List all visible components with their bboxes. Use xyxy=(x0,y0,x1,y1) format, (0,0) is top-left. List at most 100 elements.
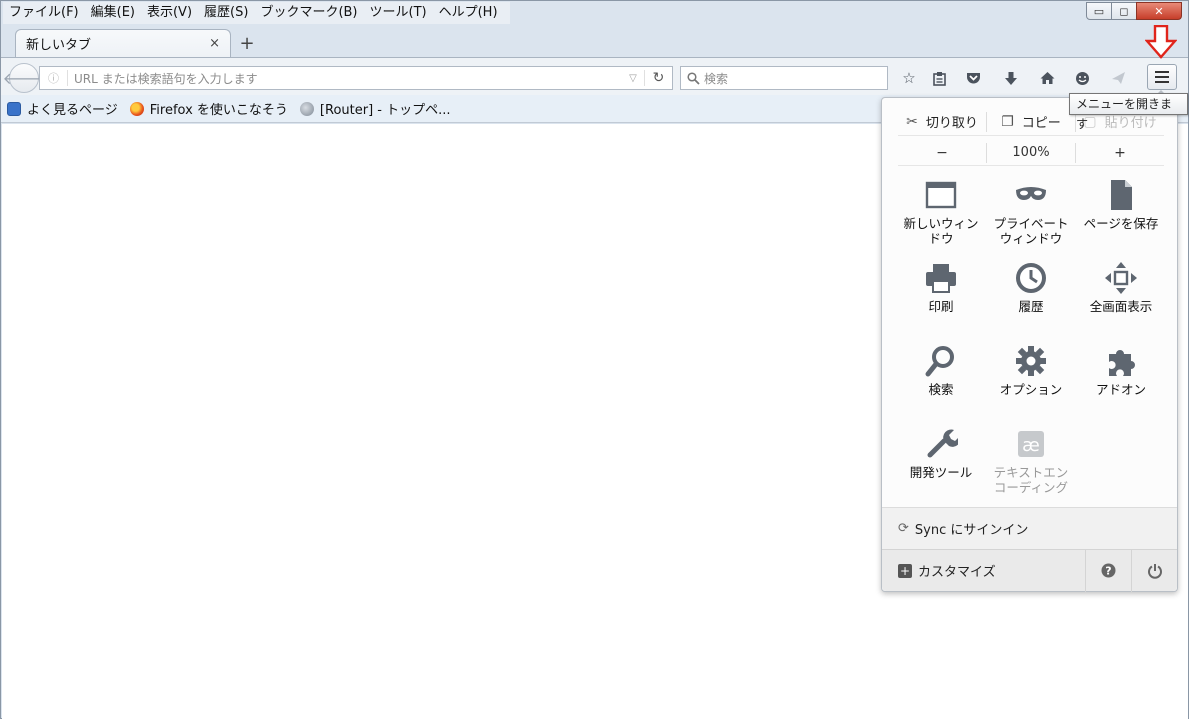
cut-button[interactable]: ✂ 切り取り xyxy=(898,112,986,132)
url-bar[interactable]: ⓘ URL または検索語句を入力します ▽ ↻ xyxy=(39,66,673,90)
svg-text:æ: æ xyxy=(1022,435,1040,456)
menu-view[interactable]: 表示(V) xyxy=(141,2,198,24)
search-icon xyxy=(925,346,954,377)
history-button[interactable]: 履歴 xyxy=(986,261,1076,344)
sync-label: Sync にサインイン xyxy=(914,523,1029,538)
save-page-icon xyxy=(1111,180,1132,210)
fullscreen-button[interactable]: 全画面表示 xyxy=(1076,261,1166,344)
bookmark-label: Firefox を使いこなそう xyxy=(149,103,288,118)
developer-icon xyxy=(927,429,958,458)
new-tab-button[interactable]: + xyxy=(237,33,257,54)
url-input[interactable]: URL または検索語句を入力します xyxy=(68,70,622,87)
bookmark-router[interactable]: [Router] - トップペ... xyxy=(299,99,451,118)
private-window-button[interactable]: プライベートウィンドウ xyxy=(986,178,1076,261)
help-button[interactable]: ? xyxy=(1085,549,1131,592)
help-icon: ? xyxy=(1101,563,1116,578)
menu-history[interactable]: 履歴(S) xyxy=(198,2,254,24)
history-icon xyxy=(1016,263,1046,293)
print-button[interactable]: 印刷 xyxy=(896,261,986,344)
bookmark-label: よく見るページ xyxy=(27,103,118,118)
menu-bar: ファイル(F) 編集(E) 表示(V) 履歴(S) ブックマーク(B) ツール(… xyxy=(3,2,510,24)
item-label: テキストエンコーディング xyxy=(993,465,1069,495)
navigation-toolbar: 🡐 ⓘ URL または検索語句を入力します ▽ ↻ 検索 ☆ xyxy=(1,57,1188,95)
share-icon[interactable] xyxy=(1106,68,1130,88)
addons-button[interactable]: アドオン xyxy=(1076,344,1166,427)
url-dropdown-icon[interactable]: ▽ xyxy=(622,73,644,84)
red-down-arrow-annotation xyxy=(1145,25,1177,59)
find-button[interactable]: 検索 xyxy=(896,344,986,427)
svg-text:?: ? xyxy=(1105,565,1111,578)
close-window-button[interactable]: ✕ xyxy=(1136,2,1182,20)
item-label: 開発ツール xyxy=(909,465,973,480)
menu-edit[interactable]: 編集(E) xyxy=(85,2,141,24)
reload-icon[interactable]: ↻ xyxy=(644,70,672,86)
bookmark-most-visited[interactable]: よく見るページ xyxy=(7,99,118,118)
text-encoding-button[interactable]: æ テキストエンコーディング xyxy=(986,427,1076,510)
info-icon[interactable]: ⓘ xyxy=(40,70,68,86)
hamburger-icon xyxy=(1155,71,1169,83)
print-icon xyxy=(926,264,956,293)
bookmark-label: [Router] - トップペ... xyxy=(319,103,451,118)
minimize-button[interactable]: ▭ xyxy=(1086,2,1112,20)
item-label: 印刷 xyxy=(928,299,954,314)
pocket-icon[interactable] xyxy=(961,68,985,88)
developer-button[interactable]: 開発ツール xyxy=(896,427,986,510)
panel-grid: 新しいウィンドウ プライベートウィンドウ ページを保存 印刷 履歴 全画面表示 xyxy=(896,178,1166,508)
home-icon[interactable] xyxy=(1035,68,1059,88)
bookmark-firefox-guide[interactable]: Firefox を使いこなそう xyxy=(129,99,288,118)
tab-strip: 新しいタブ × + xyxy=(1,25,1188,57)
menu-help[interactable]: ヘルプ(H) xyxy=(433,2,504,24)
zoom-in-button[interactable]: + xyxy=(1076,145,1164,161)
firefox-icon xyxy=(129,101,144,116)
zoom-out-button[interactable]: − xyxy=(898,145,986,161)
tab-close-icon[interactable]: × xyxy=(209,36,220,51)
downloads-icon[interactable] xyxy=(999,68,1023,88)
options-button[interactable]: オプション xyxy=(986,344,1076,427)
tab-new-tab[interactable]: 新しいタブ × xyxy=(15,29,231,57)
menu-bookmarks[interactable]: ブックマーク(B) xyxy=(254,2,363,24)
copy-label: コピー xyxy=(1021,116,1061,131)
customize-button[interactable]: + カスタマイズ xyxy=(882,561,1085,580)
cut-label: 切り取り xyxy=(925,116,978,131)
save-page-button[interactable]: ページを保存 xyxy=(1076,178,1166,261)
copy-icon: ❐ xyxy=(1001,113,1014,130)
menu-file[interactable]: ファイル(F) xyxy=(3,2,85,24)
maximize-button[interactable]: ◻ xyxy=(1111,2,1137,20)
item-label: 全画面表示 xyxy=(1089,299,1153,314)
new-window-icon xyxy=(925,181,957,209)
item-label: 検索 xyxy=(928,382,954,397)
hello-icon[interactable] xyxy=(1070,68,1094,88)
search-bar[interactable]: 検索 xyxy=(680,66,888,90)
search-magnifier-icon xyxy=(687,71,700,85)
new-window-button[interactable]: 新しいウィンドウ xyxy=(896,178,986,261)
bookmarks-menu-icon[interactable] xyxy=(927,68,951,88)
panel-footer: + カスタマイズ ? xyxy=(882,549,1177,592)
globe-icon xyxy=(299,101,314,116)
menu-tooltip: メニューを開きます xyxy=(1069,93,1188,131)
tab-title: 新しいタブ xyxy=(26,38,92,53)
private-window-icon xyxy=(1016,187,1046,200)
zoom-reset-button[interactable]: 100% xyxy=(987,145,1075,160)
item-label: アドオン xyxy=(1095,382,1146,397)
item-label: 履歴 xyxy=(1018,299,1044,314)
item-label: オプション xyxy=(999,382,1063,397)
copy-button[interactable]: ❐ コピー xyxy=(987,112,1075,132)
most-visited-icon xyxy=(7,101,21,116)
bookmark-star-icon[interactable]: ☆ xyxy=(897,68,921,88)
menu-tools[interactable]: ツール(T) xyxy=(364,2,433,24)
back-button[interactable]: 🡐 xyxy=(3,63,45,93)
browser-window: ファイル(F) 編集(E) 表示(V) 履歴(S) ブックマーク(B) ツール(… xyxy=(0,0,1189,719)
power-icon xyxy=(1147,563,1162,579)
sync-signin-button[interactable]: ⟳ Sync にサインイン xyxy=(882,507,1177,549)
zoom-controls: − 100% + xyxy=(898,140,1164,166)
search-input[interactable]: 検索 xyxy=(700,70,728,87)
item-label: プライベートウィンドウ xyxy=(993,216,1069,246)
customize-plus-icon: + xyxy=(898,563,912,578)
text-encoding-icon: æ xyxy=(1018,431,1044,457)
item-label: ページを保存 xyxy=(1083,216,1159,231)
window-controls: ▭ ◻ ✕ xyxy=(1086,2,1182,20)
main-menu-panel: ✂ 切り取り ❐ コピー ▢ 貼り付け − 100% + 新しいウィンドウ プライベー… xyxy=(881,90,1178,592)
scissors-icon: ✂ xyxy=(906,113,918,130)
quit-button[interactable] xyxy=(1131,549,1177,592)
open-menu-button[interactable] xyxy=(1147,64,1177,90)
